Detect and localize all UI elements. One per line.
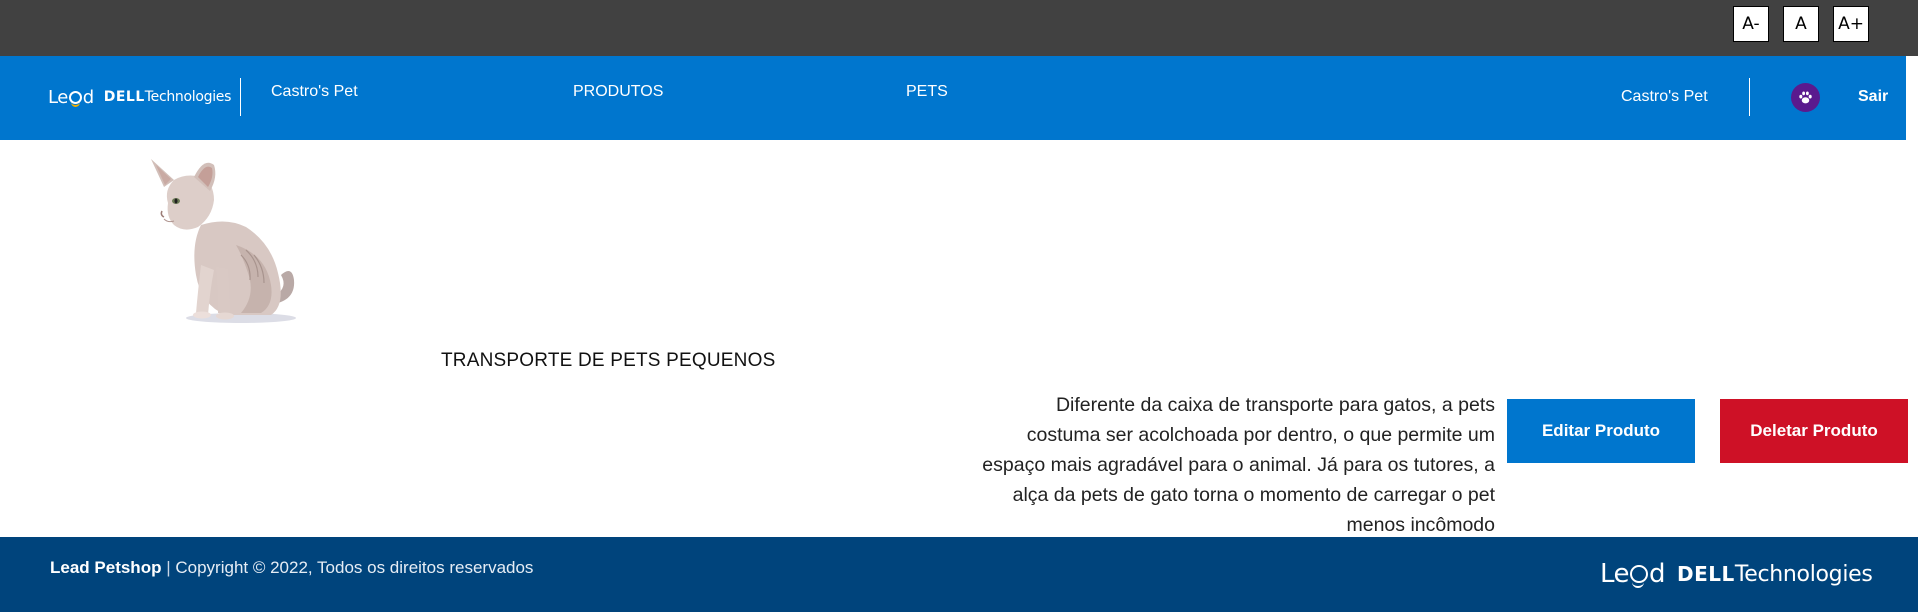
- footer-technologies-logo-text: Technologies: [1734, 561, 1873, 587]
- logout-link[interactable]: Sair: [1858, 88, 1888, 106]
- user-name: Castro's Pet: [1621, 88, 1708, 105]
- paw-icon: [1799, 91, 1812, 104]
- nav-link-castros-pet[interactable]: Castro's Pet: [271, 83, 358, 101]
- avatar[interactable]: [1791, 83, 1820, 112]
- header-divider-left: [240, 78, 241, 116]
- lead-dell-logo[interactable]: Le d DELL Technologies: [48, 85, 231, 109]
- footer-lead-dell-logo: Le d DELL Technologies: [1600, 559, 1873, 589]
- dell-logo-text: DELL: [103, 89, 145, 105]
- header: Le d DELL Technologies Castro's Pet PRODU…: [0, 56, 1906, 140]
- font-increase-button[interactable]: A+: [1833, 6, 1869, 42]
- accessibility-bar: A- A A+: [0, 0, 1918, 56]
- footer-brand: Lead Petshop: [50, 558, 162, 577]
- footer-dell-logo-text: DELL: [1677, 562, 1735, 586]
- footer-copyright-text: Copyright © 2022, Todos os direitos rese…: [175, 558, 534, 577]
- product-description: Diferente da caixa de transporte para ga…: [982, 394, 1495, 536]
- font-decrease-button[interactable]: A-: [1733, 6, 1769, 42]
- header-divider-right: [1749, 78, 1750, 116]
- edit-product-button[interactable]: Editar Produto: [1507, 399, 1695, 463]
- footer: Lead Petshop | Copyright © 2022, Todos o…: [0, 537, 1918, 612]
- product-image: [151, 159, 296, 323]
- nav-link-produtos[interactable]: PRODUTOS: [573, 83, 663, 101]
- font-reset-button[interactable]: A: [1783, 6, 1819, 42]
- technologies-logo-text: Technologies: [144, 89, 232, 105]
- footer-separator: |: [166, 558, 171, 577]
- page: A- A A+ Le d DELL Technologies Castro's P…: [0, 0, 1918, 612]
- footer-lead-logo-text: Le d: [1600, 559, 1666, 589]
- lead-logo-text: Le d: [48, 86, 94, 108]
- footer-copyright: Lead Petshop | Copyright © 2022, Todos o…: [50, 558, 533, 578]
- nav-link-pets[interactable]: PETS: [906, 83, 948, 101]
- product-title: TRANSPORTE DE PETS PEQUENOS: [441, 350, 776, 371]
- delete-product-button[interactable]: Deletar Produto: [1720, 399, 1908, 463]
